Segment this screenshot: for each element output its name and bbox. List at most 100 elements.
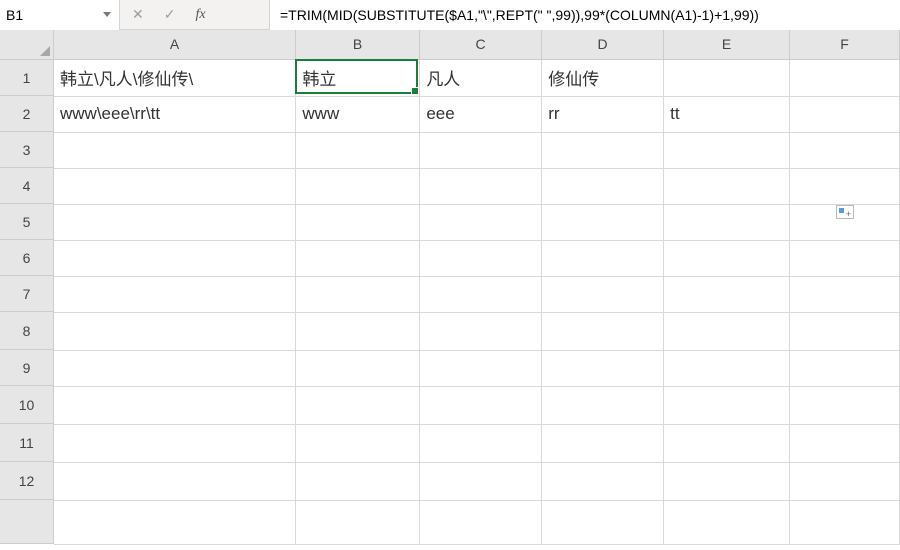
- cell-E13[interactable]: [664, 500, 790, 544]
- cell-F13[interactable]: [790, 500, 900, 544]
- confirm-icon[interactable]: ✓: [164, 6, 176, 23]
- cell-C10[interactable]: [420, 386, 542, 424]
- cell-A7[interactable]: [54, 276, 296, 312]
- col-header-A[interactable]: A: [54, 30, 296, 60]
- col-header-D[interactable]: D: [542, 30, 664, 60]
- name-box-wrap[interactable]: [0, 0, 120, 30]
- fx-icon[interactable]: fx: [195, 7, 205, 23]
- row-header-5[interactable]: 5: [0, 204, 54, 240]
- cell-E4[interactable]: [664, 168, 790, 204]
- cell-A5[interactable]: [54, 204, 296, 240]
- cell-B7[interactable]: [296, 276, 420, 312]
- cell-B5[interactable]: [296, 204, 420, 240]
- cell-F3[interactable]: [790, 132, 900, 168]
- cell-F9[interactable]: [790, 350, 900, 386]
- cell-D4[interactable]: [542, 168, 664, 204]
- cell-F1[interactable]: [790, 60, 900, 96]
- cancel-icon[interactable]: ✕: [132, 6, 144, 23]
- col-header-E[interactable]: E: [664, 30, 790, 60]
- cell-A2[interactable]: www\eee\rr\tt: [54, 96, 296, 132]
- cell-B6[interactable]: [296, 240, 420, 276]
- cell-F7[interactable]: [790, 276, 900, 312]
- name-box[interactable]: [6, 7, 86, 23]
- cell-E11[interactable]: [664, 424, 790, 462]
- cell-F12[interactable]: [790, 462, 900, 500]
- row-header-11[interactable]: 11: [0, 424, 54, 462]
- row-header-10[interactable]: 10: [0, 386, 54, 424]
- select-all-corner[interactable]: [0, 30, 54, 60]
- cell-F6[interactable]: [790, 240, 900, 276]
- cell-A12[interactable]: [54, 462, 296, 500]
- cell-A4[interactable]: [54, 168, 296, 204]
- cell-B9[interactable]: [296, 350, 420, 386]
- cell-E8[interactable]: [664, 312, 790, 350]
- cell-A3[interactable]: [54, 132, 296, 168]
- cell-D6[interactable]: [542, 240, 664, 276]
- cell-F4[interactable]: [790, 168, 900, 204]
- row-header-8[interactable]: 8: [0, 312, 54, 350]
- cell-A8[interactable]: [54, 312, 296, 350]
- cell-C3[interactable]: [420, 132, 542, 168]
- cell-E6[interactable]: [664, 240, 790, 276]
- cell-B2[interactable]: www: [296, 96, 420, 132]
- cell-D3[interactable]: [542, 132, 664, 168]
- cell-E10[interactable]: [664, 386, 790, 424]
- cell-C5[interactable]: [420, 204, 542, 240]
- cell-E12[interactable]: [664, 462, 790, 500]
- cell-C7[interactable]: [420, 276, 542, 312]
- cell-D11[interactable]: [542, 424, 664, 462]
- cell-C11[interactable]: [420, 424, 542, 462]
- cell-E2[interactable]: tt: [664, 96, 790, 132]
- cell-C13[interactable]: [420, 500, 542, 544]
- cell-B8[interactable]: [296, 312, 420, 350]
- cell-D2[interactable]: rr: [542, 96, 664, 132]
- cell-C4[interactable]: [420, 168, 542, 204]
- col-header-B[interactable]: B: [296, 30, 420, 60]
- formula-input[interactable]: [270, 0, 900, 30]
- row-header-9[interactable]: 9: [0, 350, 54, 386]
- cell-F8[interactable]: [790, 312, 900, 350]
- col-header-F[interactable]: F: [790, 30, 900, 60]
- row-header-2[interactable]: 2: [0, 96, 54, 132]
- cell-E3[interactable]: [664, 132, 790, 168]
- cell-D13[interactable]: [542, 500, 664, 544]
- cell-C9[interactable]: [420, 350, 542, 386]
- cell-D9[interactable]: [542, 350, 664, 386]
- cell-E7[interactable]: [664, 276, 790, 312]
- cell-A10[interactable]: [54, 386, 296, 424]
- row-header-1[interactable]: 1: [0, 60, 54, 96]
- cell-E9[interactable]: [664, 350, 790, 386]
- cell-C8[interactable]: [420, 312, 542, 350]
- row-header-6[interactable]: 6: [0, 240, 54, 276]
- col-header-C[interactable]: C: [420, 30, 542, 60]
- cell-D8[interactable]: [542, 312, 664, 350]
- dropdown-icon[interactable]: [103, 12, 111, 17]
- row-header-3[interactable]: 3: [0, 132, 54, 168]
- cell-C6[interactable]: [420, 240, 542, 276]
- cell-F11[interactable]: [790, 424, 900, 462]
- cell-B4[interactable]: [296, 168, 420, 204]
- cell-B3[interactable]: [296, 132, 420, 168]
- cell-B13[interactable]: [296, 500, 420, 544]
- cell-B1[interactable]: 韩立: [296, 60, 420, 96]
- cell-D5[interactable]: [542, 204, 664, 240]
- cell-C12[interactable]: [420, 462, 542, 500]
- cell-B12[interactable]: [296, 462, 420, 500]
- cell-F10[interactable]: [790, 386, 900, 424]
- autofill-options-icon[interactable]: [836, 205, 854, 219]
- cell-A6[interactable]: [54, 240, 296, 276]
- cell-A11[interactable]: [54, 424, 296, 462]
- cell-B10[interactable]: [296, 386, 420, 424]
- cell-A13[interactable]: [54, 500, 296, 544]
- cell-E5[interactable]: [664, 204, 790, 240]
- row-header-4[interactable]: 4: [0, 168, 54, 204]
- cell-F2[interactable]: [790, 96, 900, 132]
- cell-E1[interactable]: [664, 60, 790, 96]
- cell-D12[interactable]: [542, 462, 664, 500]
- row-header-7[interactable]: 7: [0, 276, 54, 312]
- grid-area[interactable]: 韩立\凡人\修仙传\韩立凡人修仙传www\eee\rr\ttwwweeerrtt: [54, 60, 900, 545]
- cell-B11[interactable]: [296, 424, 420, 462]
- cell-D7[interactable]: [542, 276, 664, 312]
- cell-C2[interactable]: eee: [420, 96, 542, 132]
- cell-A9[interactable]: [54, 350, 296, 386]
